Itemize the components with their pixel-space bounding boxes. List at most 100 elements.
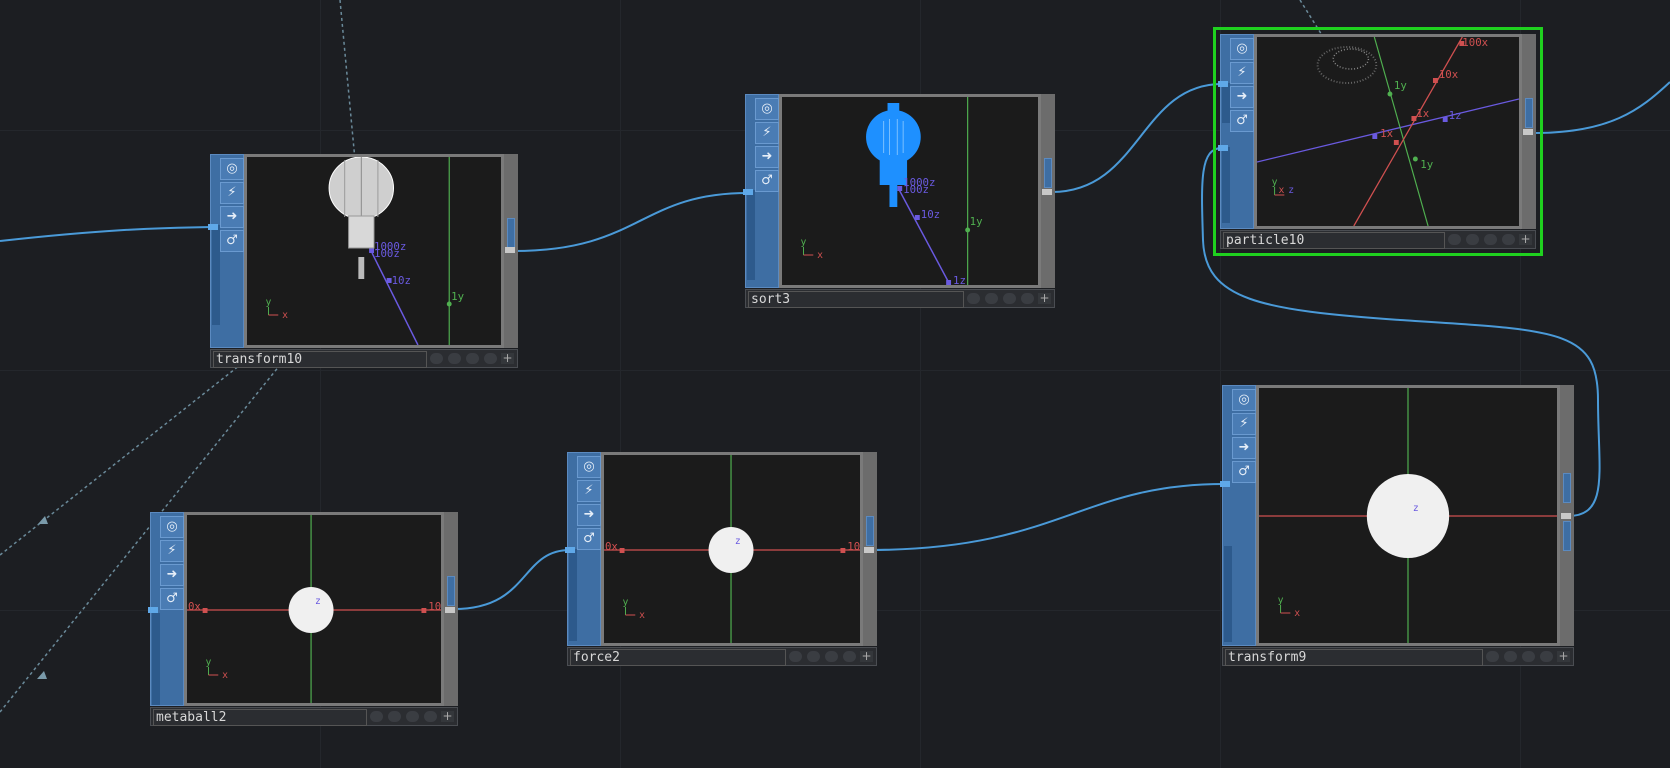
clone-flag-icon[interactable] [1021, 293, 1034, 304]
node-name[interactable]: sort3 [748, 291, 964, 308]
node-name[interactable]: metaball2 [153, 709, 367, 726]
clone-flag-icon[interactable] [1540, 651, 1553, 662]
export-icon[interactable]: ➜ [1230, 86, 1254, 108]
node-name[interactable]: force2 [570, 649, 786, 666]
wire[interactable] [513, 192, 749, 252]
node-metaball2[interactable]: ◎ ⚡ ➜ ♂ 0x 10 z y x metaball2 + [148, 512, 458, 726]
template-flag-icon[interactable] [825, 651, 838, 662]
node-force2[interactable]: ◎ ⚡ ➜ ♂ 0x 10 z y x force2 + [565, 452, 877, 666]
template-flag-icon[interactable] [1003, 293, 1016, 304]
node-viewer[interactable]: 100x 10x 1x 1x 1y 1y 1z y x z [1254, 34, 1522, 229]
node-transform9[interactable]: ◎ ⚡ ➜ ♂ z y x transform9 + [1220, 385, 1574, 666]
viewer-icon[interactable]: ◎ [220, 158, 244, 180]
axis-label: 1z [953, 274, 966, 285]
viewer-icon[interactable]: ◎ [160, 516, 184, 538]
plus-icon[interactable]: + [860, 650, 873, 662]
viewer-icon[interactable]: ◎ [577, 456, 601, 478]
node-viewer[interactable]: 1000z 100z 10z 1y 1z y x [779, 94, 1041, 288]
bypass-icon[interactable]: ⚡ [577, 480, 601, 502]
lock-icon[interactable]: ♂ [220, 230, 244, 252]
display-flag-icon[interactable] [430, 353, 443, 364]
node-name[interactable]: transform10 [213, 351, 427, 368]
wire[interactable] [1051, 83, 1223, 193]
export-icon[interactable]: ➜ [577, 504, 601, 526]
render-flag-icon[interactable] [985, 293, 998, 304]
input-port[interactable] [1218, 81, 1228, 87]
clone-flag-icon[interactable] [843, 651, 856, 662]
display-flag-icon[interactable] [1486, 651, 1499, 662]
bypass-icon[interactable]: ⚡ [160, 540, 184, 562]
display-flag-icon[interactable] [370, 711, 383, 722]
lock-icon[interactable]: ♂ [755, 170, 779, 192]
input-port[interactable] [148, 607, 158, 613]
node-viewer[interactable]: z y x [1256, 385, 1560, 646]
export-icon[interactable]: ➜ [755, 146, 779, 168]
input-bar [1222, 147, 1230, 223]
input-port[interactable] [1218, 145, 1228, 151]
network-canvas[interactable]: ◎ ⚡ ➜ ♂ 1000z 100z 10z 1y y x transform1… [0, 0, 1670, 768]
viewer-icon[interactable]: ◎ [1230, 38, 1254, 60]
input-bar [152, 613, 160, 705]
render-flag-icon[interactable] [388, 711, 401, 722]
node-name[interactable]: transform9 [1225, 649, 1483, 666]
bypass-icon[interactable]: ⚡ [220, 182, 244, 204]
bypass-icon[interactable]: ⚡ [1232, 413, 1256, 435]
axis-label: 1y [1394, 79, 1407, 92]
display-flag-icon[interactable] [1448, 234, 1461, 245]
export-icon[interactable]: ➜ [1232, 437, 1256, 459]
render-flag-icon[interactable] [1504, 651, 1517, 662]
node-viewer[interactable]: 1000z 100z 10z 1y y x [244, 154, 504, 348]
clone-flag-icon[interactable] [1502, 234, 1515, 245]
axis-label: 10z [921, 208, 940, 221]
input-port[interactable] [208, 224, 218, 230]
node-viewer[interactable]: 0x 10 z y x [184, 512, 444, 706]
render-flag-icon[interactable] [448, 353, 461, 364]
input-port[interactable] [1220, 481, 1230, 487]
clone-flag-icon[interactable] [484, 353, 497, 364]
template-flag-icon[interactable] [1484, 234, 1497, 245]
gnomon-x: x [1279, 185, 1285, 196]
display-flag-icon[interactable] [789, 651, 802, 662]
template-flag-icon[interactable] [466, 353, 479, 364]
viewer-icon[interactable]: ◎ [755, 98, 779, 120]
wire[interactable] [867, 483, 1225, 551]
viewer-icon[interactable]: ◎ [1232, 389, 1256, 411]
output-port[interactable] [1523, 129, 1533, 135]
lock-icon[interactable]: ♂ [1230, 110, 1254, 132]
input-port[interactable] [743, 189, 753, 195]
clone-flag-icon[interactable] [424, 711, 437, 722]
export-icon[interactable]: ➜ [220, 206, 244, 228]
display-flag-icon[interactable] [967, 293, 980, 304]
template-flag-icon[interactable] [1522, 651, 1535, 662]
render-flag-icon[interactable] [1466, 234, 1479, 245]
lock-icon[interactable]: ♂ [160, 588, 184, 610]
plus-icon[interactable]: + [1519, 233, 1532, 245]
lock-icon[interactable]: ♂ [577, 528, 601, 550]
output-port[interactable] [1561, 513, 1571, 519]
output-port[interactable] [1042, 189, 1052, 195]
gnomon-x: x [222, 670, 228, 681]
node-transform10[interactable]: ◎ ⚡ ➜ ♂ 1000z 100z 10z 1y y x transform1… [208, 154, 518, 368]
lock-icon[interactable]: ♂ [1232, 461, 1256, 483]
export-icon[interactable]: ➜ [160, 564, 184, 586]
template-flag-icon[interactable] [406, 711, 419, 722]
wire[interactable] [1533, 81, 1670, 134]
wire[interactable] [0, 226, 213, 242]
node-name[interactable]: particle10 [1223, 232, 1445, 249]
plus-icon[interactable]: + [501, 352, 514, 364]
bypass-icon[interactable]: ⚡ [1230, 62, 1254, 84]
render-flag-icon[interactable] [807, 651, 820, 662]
wire[interactable] [453, 549, 571, 610]
plus-icon[interactable]: + [1038, 292, 1051, 304]
node-viewer[interactable]: 0x 10 z y x [601, 452, 863, 646]
bypass-icon[interactable]: ⚡ [755, 122, 779, 144]
node-sort3[interactable]: ◎ ⚡ ➜ ♂ 1000z 100z 10z 1y 1z y x sort3 + [743, 94, 1055, 308]
output-port[interactable] [505, 247, 515, 253]
plus-icon[interactable]: + [1557, 650, 1570, 662]
gnomon-x: x [639, 610, 645, 621]
output-port[interactable] [445, 607, 455, 613]
node-particle10[interactable]: ◎ ⚡ ➜ ♂ 100x 10x 1x 1x 1y 1y 1z y x z pa… [1213, 27, 1543, 256]
output-port[interactable] [864, 547, 874, 553]
input-port[interactable] [565, 547, 575, 553]
plus-icon[interactable]: + [441, 710, 454, 722]
